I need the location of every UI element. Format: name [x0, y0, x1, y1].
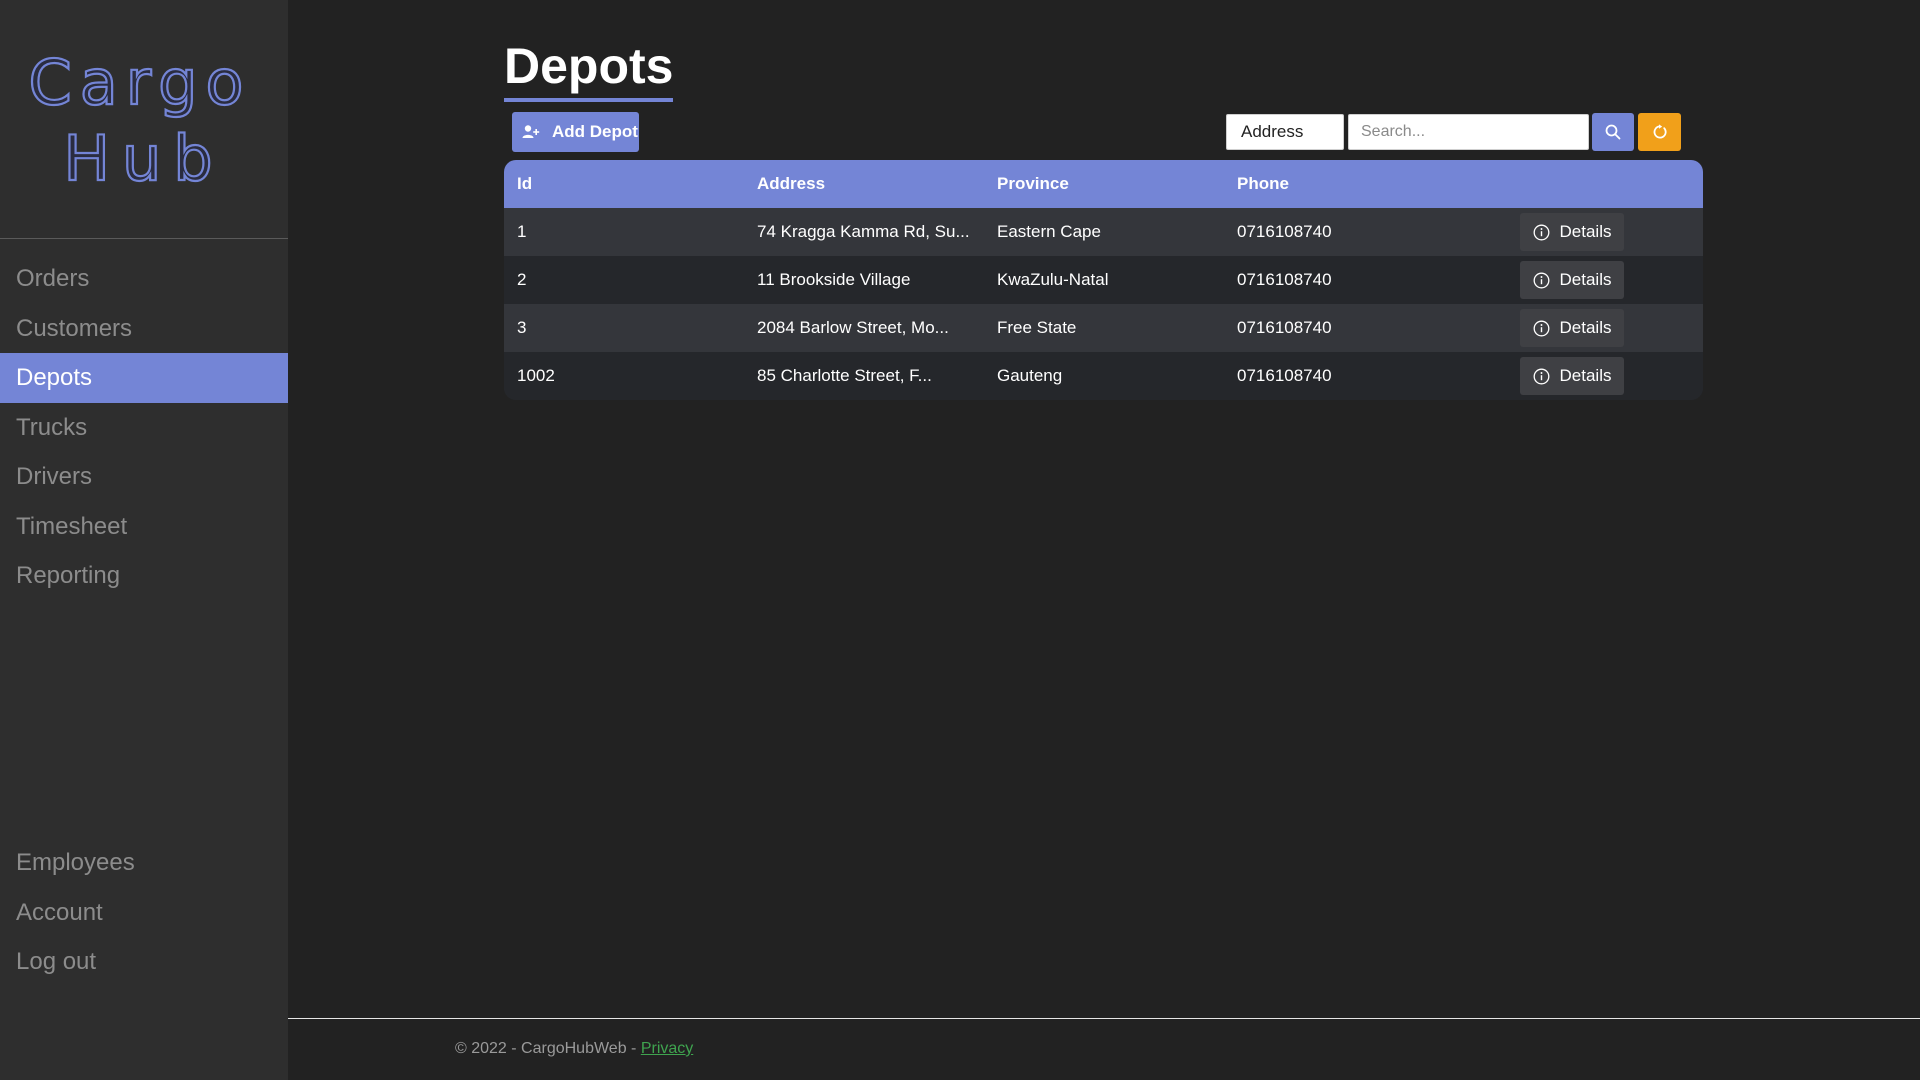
footer-divider	[288, 1018, 1920, 1019]
sidebar-item-drivers[interactable]: Drivers	[0, 452, 288, 502]
cell-address: 85 Charlotte Street, F...	[757, 366, 932, 385]
cell-phone: 0716108740	[1237, 366, 1332, 385]
cell-actions: Details	[1520, 261, 1703, 299]
info-circle-icon	[1533, 224, 1549, 240]
cargohub-logo[interactable]: Cargo Hub	[0, 45, 288, 196]
table-row: 1002 85 Charlotte Street, F... Gauteng 0…	[504, 352, 1703, 400]
cell-province: KwaZulu-Natal	[997, 270, 1109, 289]
cell-phone: 0716108740	[1237, 318, 1332, 337]
cell-actions: Details	[1520, 357, 1703, 395]
logo-graphic: Cargo Hub	[27, 45, 252, 196]
details-label: Details	[1559, 318, 1612, 337]
user-plus-icon	[522, 125, 540, 138]
sidebar-item-employees[interactable]: Employees	[0, 838, 288, 888]
table-row: 1 74 Kragga Kamma Rd, Su... Eastern Cape…	[504, 208, 1703, 256]
sidebar: Cargo Hub Orders Customers Depots Trucks…	[0, 0, 288, 1080]
cell-address: 74 Kragga Kamma Rd, Su...	[757, 222, 970, 241]
sidebar-item-trucks[interactable]: Trucks	[0, 403, 288, 453]
search-field-select[interactable]: Address	[1226, 114, 1344, 150]
header-address: Address	[757, 174, 826, 193]
cell-phone: 0716108740	[1237, 270, 1332, 289]
table-row: 2 11 Brookside Village KwaZulu-Natal 071…	[504, 256, 1703, 304]
logo-line2: Hub	[63, 122, 224, 190]
sidebar-item-customers[interactable]: Customers	[0, 304, 288, 354]
search-button[interactable]	[1592, 113, 1634, 151]
sidebar-item-timesheet[interactable]: Timesheet	[0, 502, 288, 552]
refresh-button[interactable]	[1638, 113, 1681, 151]
footer-copyright: © 2022 - CargoHubWeb -	[455, 1040, 641, 1057]
cell-province: Gauteng	[997, 366, 1063, 385]
add-depot-button[interactable]: Add Depot	[512, 112, 639, 152]
details-button[interactable]: Details	[1520, 261, 1624, 299]
details-label: Details	[1559, 366, 1612, 385]
header-id: Id	[517, 174, 533, 193]
info-circle-icon	[1533, 272, 1549, 288]
sidebar-item-orders[interactable]: Orders	[0, 254, 288, 304]
details-label: Details	[1559, 270, 1612, 289]
cell-id: 1002	[517, 366, 555, 385]
search-icon	[1605, 124, 1621, 140]
details-label: Details	[1559, 222, 1612, 241]
search-input[interactable]	[1348, 114, 1589, 150]
depots-table: Id Address Province Phone 1 74 Kragga Ka…	[504, 160, 1703, 400]
cell-address: 11 Brookside Village	[757, 270, 911, 289]
main-nav: Orders Customers Depots Trucks Drivers T…	[0, 254, 288, 601]
details-button[interactable]: Details	[1520, 309, 1624, 347]
info-circle-icon	[1533, 368, 1549, 384]
sidebar-divider	[0, 238, 288, 239]
cell-province: Eastern Cape	[997, 222, 1101, 241]
cell-id: 1	[517, 222, 527, 241]
details-button[interactable]: Details	[1520, 357, 1624, 395]
sidebar-item-logout[interactable]: Log out	[0, 937, 288, 987]
sidebar-item-reporting[interactable]: Reporting	[0, 551, 288, 601]
header-province: Province	[997, 174, 1069, 193]
account-nav: Employees Account Log out	[0, 838, 288, 987]
page-title: Depots	[504, 36, 674, 102]
cell-phone: 0716108740	[1237, 222, 1332, 241]
sidebar-item-depots[interactable]: Depots	[0, 353, 288, 403]
cell-address: 2084 Barlow Street, Mo...	[757, 318, 949, 337]
cell-id: 2	[517, 270, 527, 289]
logo-line1: Cargo	[29, 50, 252, 119]
footer: © 2022 - CargoHubWeb - Privacy	[455, 1040, 693, 1058]
add-depot-label: Add Depot	[552, 122, 638, 141]
cell-actions: Details	[1520, 213, 1703, 251]
cell-province: Free State	[997, 318, 1077, 337]
privacy-link[interactable]: Privacy	[641, 1040, 693, 1057]
refresh-icon	[1653, 124, 1667, 139]
cell-id: 3	[517, 318, 527, 337]
details-button[interactable]: Details	[1520, 213, 1624, 251]
table-row: 3 2084 Barlow Street, Mo... Free State 0…	[504, 304, 1703, 352]
cell-actions: Details	[1520, 309, 1703, 347]
header-phone: Phone	[1237, 174, 1289, 193]
table-header: Id Address Province Phone	[504, 160, 1703, 208]
info-circle-icon	[1533, 320, 1549, 336]
sidebar-item-account[interactable]: Account	[0, 888, 288, 938]
